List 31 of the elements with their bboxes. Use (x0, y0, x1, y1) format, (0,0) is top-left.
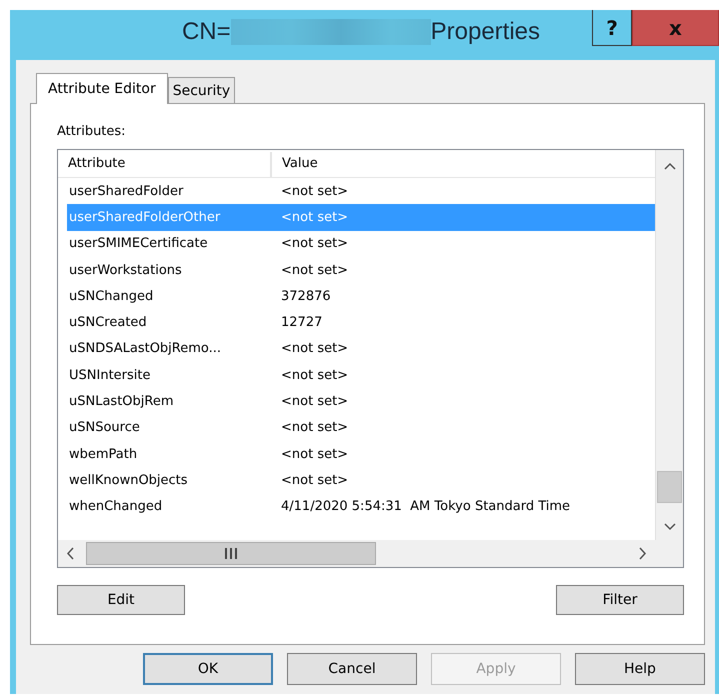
attributes-label: Attributes: (57, 124, 127, 141)
tab[interactable]: Attribute Editor (36, 73, 168, 104)
panel-button[interactable]: Filter (556, 585, 684, 615)
list-row[interactable]: uSNCreated 12727 (67, 309, 655, 336)
list-row[interactable]: uSNLastObjRem <not set> (67, 388, 655, 415)
list-row[interactable]: USNIntersite <not set> (67, 362, 655, 388)
dialog-button[interactable]: Cancel (287, 653, 417, 685)
grip-icon (225, 548, 237, 559)
list-row[interactable]: userSMIMECertificate <not set> (67, 230, 655, 257)
list-row[interactable]: userSharedFolder <not set> (67, 178, 655, 204)
window-title: Properties (430, 18, 540, 46)
vertical-scrollbar[interactable] (655, 150, 683, 540)
tab[interactable]: Security (168, 77, 236, 103)
list-row[interactable]: userWorkstations <not set> (67, 256, 655, 284)
help-button[interactable]: ? (592, 10, 632, 46)
list-row[interactable]: uSNDSALastObjRemo... <not set> (67, 336, 655, 362)
list-row[interactable]: wellKnownObjects <not set> (67, 467, 655, 494)
window-title: CN= (182, 18, 231, 46)
horizontal-scrollbar[interactable] (58, 540, 655, 567)
column-header[interactable]: Value (272, 152, 328, 177)
list-row[interactable]: wbemPath <not set> (67, 440, 655, 468)
list-row[interactable]: uSNChanged 372876 (67, 283, 655, 310)
scroll-thumb[interactable] (657, 471, 682, 503)
scroll-thumb[interactable] (86, 542, 376, 565)
panel-button[interactable]: Edit (57, 585, 185, 615)
column-header[interactable]: Attribute (58, 152, 272, 177)
close-button[interactable]: x (632, 10, 719, 46)
list-row[interactable]: whenChanged 4/11/2020 5:54:31 AM Tokyo Standard Time (67, 494, 655, 520)
dialog-button[interactable]: Help (575, 653, 705, 685)
list-row[interactable]: uSNSource <not set> (67, 414, 655, 441)
dialog-button[interactable]: OK (143, 653, 273, 685)
